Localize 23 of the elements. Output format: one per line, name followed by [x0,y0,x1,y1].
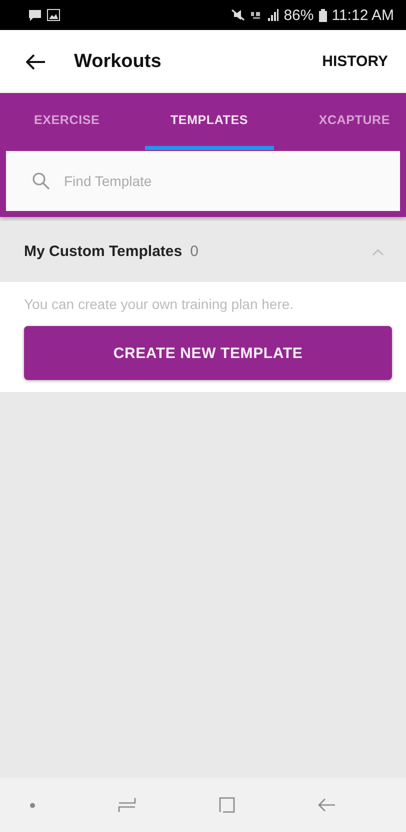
mute-icon [230,9,245,21]
create-template-button[interactable]: CREATE NEW TEMPLATE [24,326,392,380]
template-count: 0 [190,243,200,260]
image-icon [47,9,60,21]
chevron-icon [372,248,384,256]
screen-title: Workouts [74,50,162,72]
hint-text: You can create your own training plan here. [24,296,295,312]
back-arrow-icon[interactable] [26,54,46,70]
home-icon[interactable] [219,797,235,813]
tab[interactable]: XCAPTURE [308,93,400,150]
back-icon[interactable] [318,798,336,812]
network-icon [250,9,262,21]
signal-icon [266,9,279,21]
section-title: My Custom Templates [24,243,182,260]
recent-apps-icon[interactable] [118,797,136,813]
tab[interactable]: EXERCISE [24,93,110,150]
search-field[interactable]: Find Template [6,151,400,211]
dot-icon [30,802,35,808]
clock: 11:12 AM [332,6,394,24]
history-button[interactable]: HISTORY [322,49,388,74]
battery-percent: 86% [284,6,314,24]
battery-icon [318,8,327,22]
message-icon [28,9,42,21]
